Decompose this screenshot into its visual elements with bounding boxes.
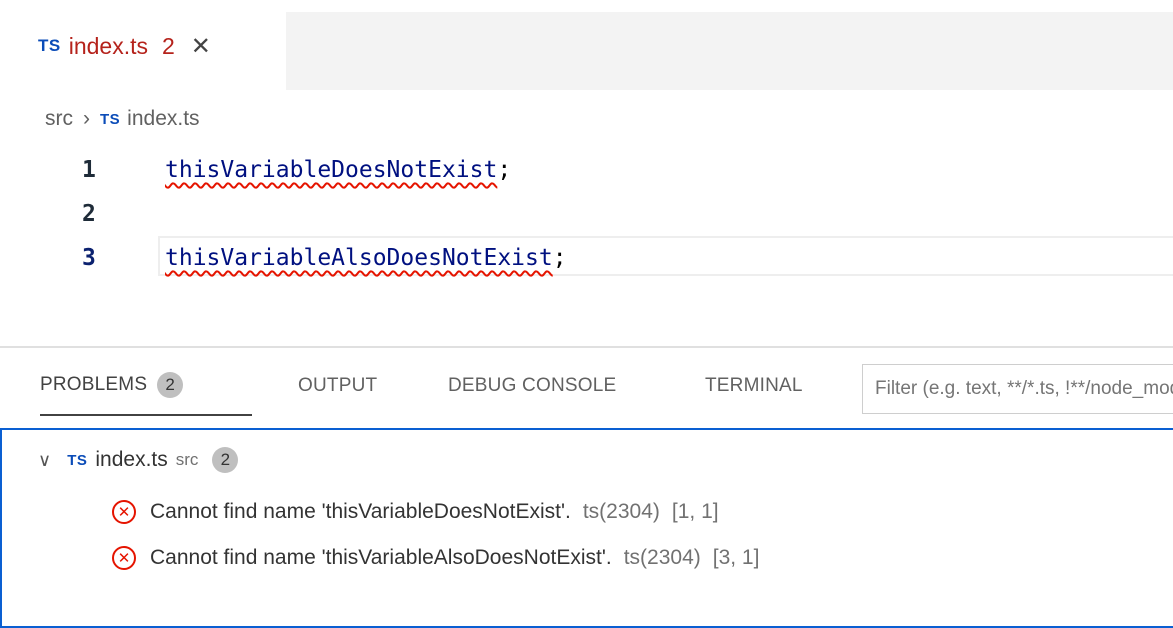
error-identifier[interactable]: thisVariableDoesNotExist	[165, 157, 497, 183]
code-line[interactable]: 1 thisVariableDoesNotExist;	[0, 148, 1173, 192]
tab-file-name: index.ts	[68, 32, 148, 59]
code-line[interactable]: 3 thisVariableAlsoDoesNotExist;	[0, 236, 1173, 280]
editor-tab-bar: TS index.ts 2 ✕	[0, 0, 1173, 90]
breadcrumb-file[interactable]: index.ts	[127, 107, 199, 131]
typescript-file-icon: TS	[38, 36, 61, 55]
file-problem-count-badge: 2	[212, 447, 239, 473]
tab-terminal[interactable]: TERMINAL	[705, 375, 803, 397]
line-number: 2	[82, 201, 96, 227]
tab-output[interactable]: OUTPUT	[298, 375, 377, 397]
code-line[interactable]: 2	[0, 192, 1173, 236]
error-icon: ✕	[112, 500, 136, 524]
tab-bar-empty-area	[286, 12, 1173, 90]
problems-count-badge: 2	[157, 372, 184, 398]
active-tab-indicator	[40, 414, 252, 416]
close-icon[interactable]: ✕	[191, 32, 211, 61]
line-number: 3	[82, 245, 96, 271]
chevron-down-icon[interactable]: ∨	[38, 450, 51, 471]
problem-source: ts(2304)	[582, 500, 660, 523]
tab-problem-count: 2	[162, 32, 175, 59]
line-number: 1	[82, 157, 96, 183]
typescript-file-icon: TS	[100, 110, 121, 128]
panel-divider[interactable]	[0, 346, 1173, 348]
problem-position: [3, 1]	[712, 546, 760, 569]
code-punctuation: ;	[552, 245, 567, 271]
problem-item[interactable]: ✕ Cannot find name 'thisVariableAlsoDoes…	[112, 538, 759, 578]
typescript-file-icon: TS	[67, 451, 88, 469]
problems-file-name: index.ts	[95, 448, 168, 471]
problems-file-path: src	[175, 450, 199, 469]
code-editor[interactable]: 1 thisVariableDoesNotExist; 2 3 thisVari…	[0, 148, 1173, 280]
problems-filter-input[interactable]	[862, 364, 1173, 414]
problems-file-group[interactable]: ∨ TS index.ts src 2	[38, 442, 239, 478]
chevron-right-icon: ›	[83, 107, 90, 130]
tab-debug-console[interactable]: DEBUG CONSOLE	[448, 375, 616, 397]
error-icon: ✕	[112, 546, 136, 570]
code-text[interactable]: thisVariableAlsoDoesNotExist;	[165, 236, 567, 280]
editor-tab-index-ts[interactable]: TS index.ts 2 ✕	[38, 26, 211, 66]
code-text[interactable]: thisVariableDoesNotExist;	[165, 148, 511, 192]
code-punctuation: ;	[497, 157, 512, 183]
breadcrumb: src › TS index.ts	[45, 107, 200, 131]
problems-list[interactable]: ∨ TS index.ts src 2 ✕ Cannot find name '…	[0, 428, 1173, 628]
problem-item[interactable]: ✕ Cannot find name 'thisVariableDoesNotE…	[112, 492, 719, 532]
problem-message: Cannot find name 'thisVariableAlsoDoesNo…	[150, 546, 612, 569]
problem-source: ts(2304)	[623, 546, 701, 569]
breadcrumb-folder-src[interactable]: src	[45, 107, 73, 131]
error-identifier[interactable]: thisVariableAlsoDoesNotExist	[165, 245, 553, 271]
tab-problems[interactable]: PROBLEMS 2	[40, 372, 184, 398]
problem-position: [1, 1]	[671, 500, 719, 523]
tab-problems-label: PROBLEMS	[40, 374, 148, 396]
problem-message: Cannot find name 'thisVariableDoesNotExi…	[150, 500, 571, 523]
